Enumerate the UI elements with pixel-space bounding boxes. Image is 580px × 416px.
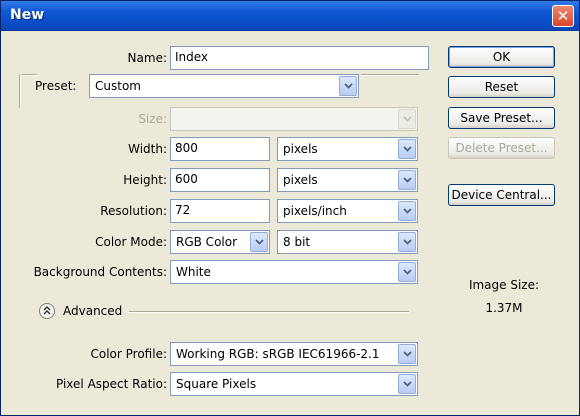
height-label: Height: <box>123 173 167 187</box>
pixel-aspect-ratio-value: Square Pixels <box>176 377 257 391</box>
background-contents-value: White <box>176 265 211 279</box>
resolution-unit-value: pixels/inch <box>283 204 347 218</box>
new-document-dialog: New ✕ Name: Index Preset: Custom Size: W… <box>0 0 580 416</box>
color-profile-label: Color Profile: <box>90 347 168 361</box>
resolution-label: Resolution: <box>100 204 167 218</box>
color-profile-value: Working RGB: sRGB IEC61966-2.1 <box>176 347 380 361</box>
background-contents-dropdown[interactable]: White <box>170 260 418 284</box>
preset-group-line-left <box>19 74 37 76</box>
width-unit-dropdown[interactable]: pixels <box>277 137 418 161</box>
image-size-value: 1.37M <box>485 301 523 315</box>
reset-button[interactable]: Reset <box>448 76 555 98</box>
chevron-down-icon[interactable] <box>398 344 416 364</box>
name-input[interactable]: Index <box>170 46 429 70</box>
chevron-down-icon[interactable] <box>398 374 416 394</box>
color-mode-label: Color Mode: <box>95 235 167 249</box>
image-size-label: Image Size: <box>468 278 540 292</box>
pixel-aspect-ratio-dropdown[interactable]: Square Pixels <box>170 372 418 396</box>
ok-button[interactable]: OK <box>448 46 555 68</box>
chevron-down-icon[interactable] <box>398 232 416 252</box>
chevron-down-icon <box>398 109 416 129</box>
chevron-down-icon[interactable] <box>250 232 268 252</box>
height-unit-value: pixels <box>283 173 318 187</box>
device-central-button[interactable]: Device Central... <box>448 184 555 206</box>
color-mode-value: RGB Color <box>176 235 238 249</box>
chevron-down-icon[interactable] <box>398 201 416 221</box>
resolution-unit-dropdown[interactable]: pixels/inch <box>277 199 418 223</box>
width-label: Width: <box>128 142 167 156</box>
height-input[interactable]: 600 <box>170 168 270 192</box>
advanced-divider <box>129 311 409 313</box>
preset-value: Custom <box>95 79 141 93</box>
preset-group-line-vertical <box>19 74 21 108</box>
preset-label: Preset: <box>35 79 77 93</box>
dialog-title: New <box>10 7 45 23</box>
delete-preset-button[interactable]: Delete Preset... <box>448 137 555 159</box>
close-icon[interactable]: ✕ <box>552 5 574 27</box>
chevron-down-icon[interactable] <box>398 139 416 159</box>
pixel-aspect-ratio-label: Pixel Aspect Ratio: <box>56 377 167 391</box>
background-contents-label: Background Contents: <box>33 265 167 279</box>
bit-depth-dropdown[interactable]: 8 bit <box>277 230 418 254</box>
color-mode-dropdown[interactable]: RGB Color <box>170 230 270 254</box>
preset-dropdown[interactable]: Custom <box>89 74 359 98</box>
width-input[interactable]: 800 <box>170 137 270 161</box>
color-profile-dropdown[interactable]: Working RGB: sRGB IEC61966-2.1 <box>170 342 418 366</box>
size-dropdown[interactable] <box>170 107 418 131</box>
bit-depth-value: 8 bit <box>283 235 311 249</box>
chevron-down-icon[interactable] <box>339 76 357 96</box>
size-label: Size: <box>138 112 167 126</box>
chevron-up-icon[interactable] <box>39 303 55 319</box>
name-label: Name: <box>127 51 167 65</box>
save-preset-button[interactable]: Save Preset... <box>448 107 555 129</box>
chevron-down-icon[interactable] <box>398 262 416 282</box>
width-unit-value: pixels <box>283 142 318 156</box>
resolution-input[interactable]: 72 <box>170 199 270 223</box>
advanced-label[interactable]: Advanced <box>63 304 122 318</box>
title-bar[interactable]: New ✕ <box>1 1 579 31</box>
preset-group-line-right <box>361 74 419 76</box>
chevron-down-icon[interactable] <box>398 170 416 190</box>
height-unit-dropdown[interactable]: pixels <box>277 168 418 192</box>
